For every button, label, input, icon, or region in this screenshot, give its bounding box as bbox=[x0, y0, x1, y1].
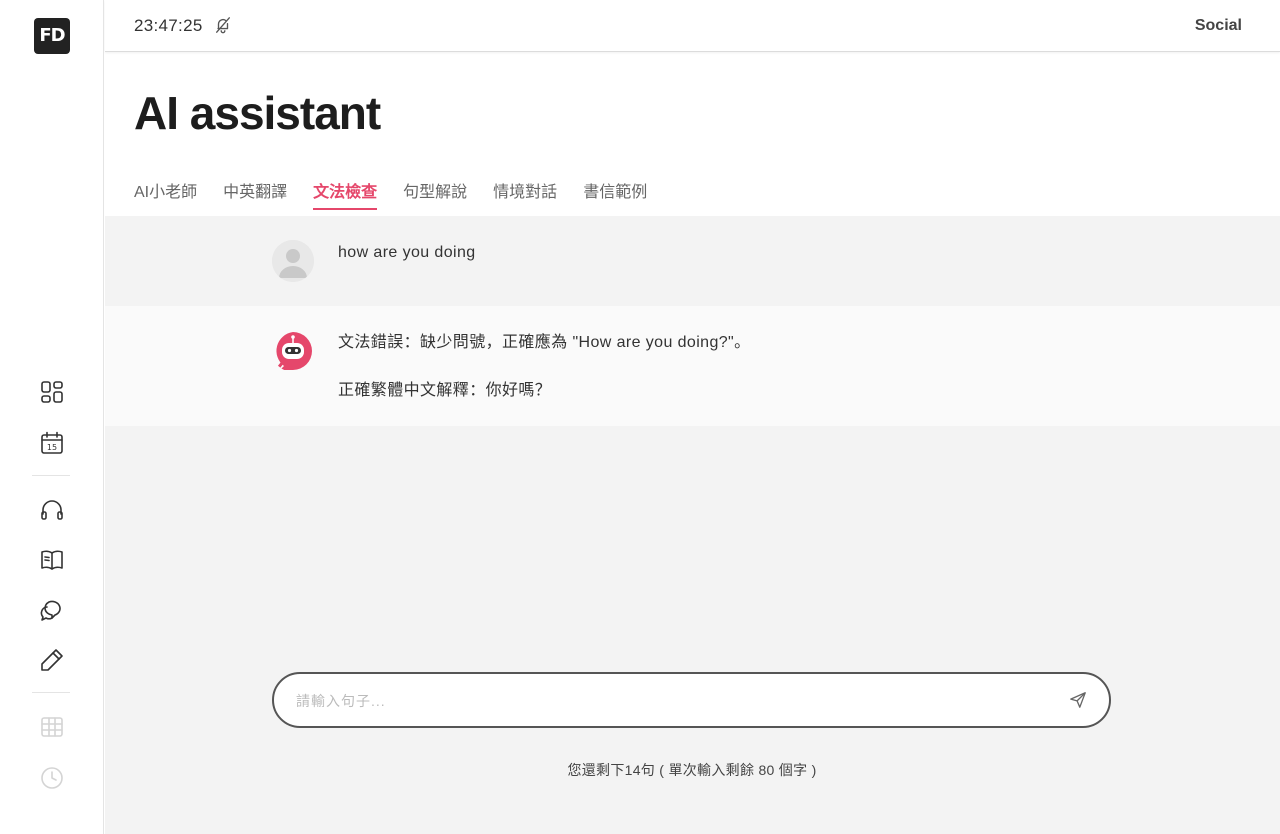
chat-area: how are you doing 文法錯誤：缺少問號，正確應為 "How ar… bbox=[105, 216, 1280, 834]
bot-message-line-1: 文法錯誤：缺少問號，正確應為 "How are you doing?"。 bbox=[338, 334, 751, 351]
calendar-icon[interactable]: 15 bbox=[38, 429, 66, 457]
bell-off-icon[interactable] bbox=[214, 16, 234, 36]
dashboard-icon[interactable] bbox=[38, 378, 66, 406]
clock-time: 23:47:25 bbox=[134, 16, 203, 35]
send-icon[interactable] bbox=[1069, 691, 1089, 711]
table-icon bbox=[38, 713, 66, 741]
user-avatar bbox=[272, 240, 314, 282]
tab-letter-examples[interactable]: 書信範例 bbox=[583, 178, 647, 210]
svg-text:15: 15 bbox=[47, 443, 57, 452]
bot-message-line-2: 正確繁體中文解釋：你好嗎？ bbox=[338, 382, 552, 399]
sentence-input[interactable] bbox=[296, 688, 1046, 714]
sidebar-divider bbox=[32, 692, 70, 693]
app-logo[interactable]: FD bbox=[34, 18, 70, 54]
sidebar-divider bbox=[32, 475, 70, 476]
sidebar: FD 15 bbox=[0, 0, 104, 834]
tab-grammar-check[interactable]: 文法檢查 bbox=[313, 178, 378, 210]
page-title: AI assistant bbox=[134, 87, 381, 139]
tab-situational-dialogue[interactable]: 情境對話 bbox=[493, 178, 557, 210]
user-message: how are you doing bbox=[105, 216, 1280, 306]
pencil-icon[interactable] bbox=[38, 646, 66, 674]
bot-message: 文法錯誤：缺少問號，正確應為 "How are you doing?"。 正確繁… bbox=[105, 306, 1280, 426]
chat-bubbles-icon[interactable] bbox=[38, 596, 66, 624]
tab-sentence-patterns[interactable]: 句型解說 bbox=[403, 178, 467, 210]
tab-translation[interactable]: 中英翻譯 bbox=[223, 178, 287, 210]
book-open-icon[interactable] bbox=[38, 546, 66, 574]
tab-ai-tutor[interactable]: AI小老師 bbox=[134, 178, 197, 210]
headphones-icon[interactable] bbox=[38, 496, 66, 524]
robot-avatar-icon bbox=[272, 330, 314, 372]
user-message-text: how are you doing bbox=[338, 244, 476, 261]
social-link[interactable]: Social bbox=[1195, 17, 1242, 35]
top-bar: 23:47:25 Social bbox=[105, 0, 1280, 52]
sentence-input-box bbox=[272, 672, 1111, 728]
tab-bar: AI小老師 中英翻譯 文法檢查 句型解說 情境對話 書信範例 bbox=[134, 178, 673, 210]
remaining-quota-text: 您還剩下14句 ( 單次輸入剩餘 80 個字 ) bbox=[567, 762, 817, 778]
